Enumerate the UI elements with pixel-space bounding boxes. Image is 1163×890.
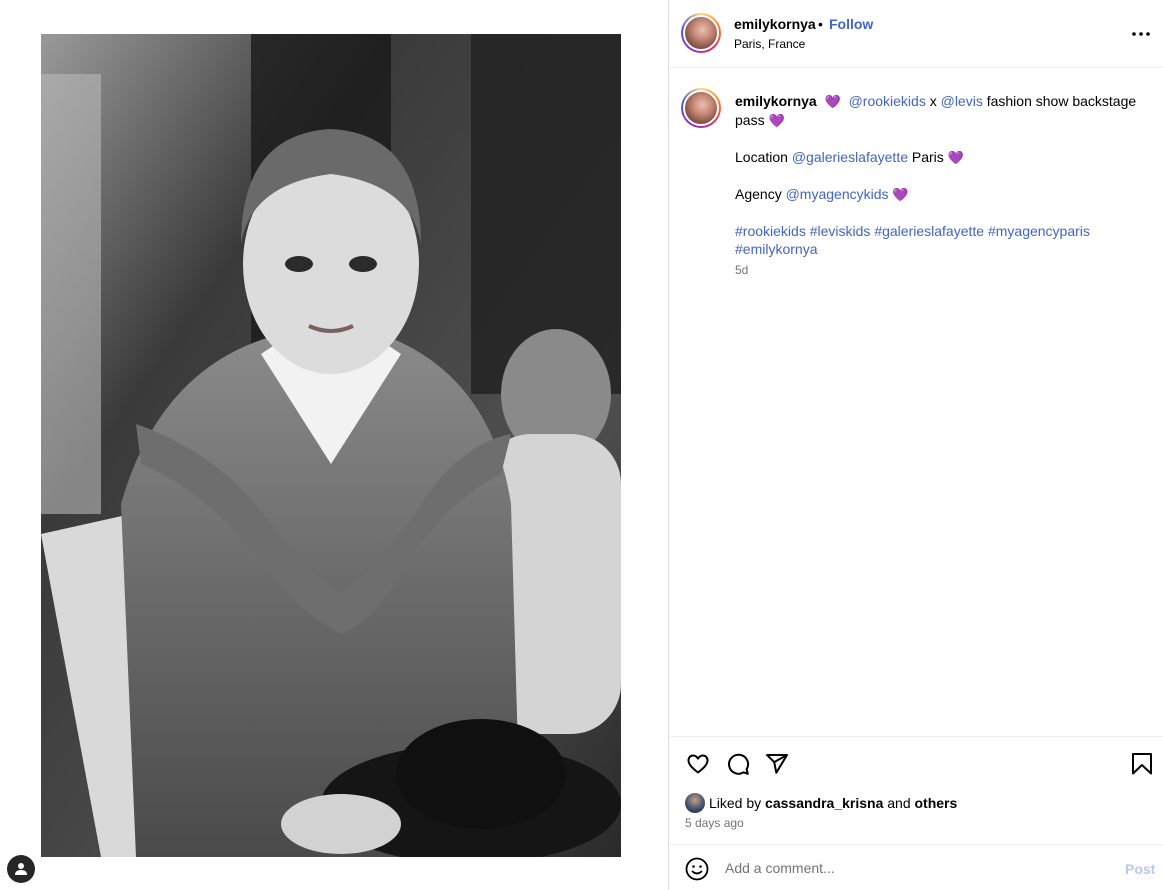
likes-prefix: Liked by [709, 795, 762, 811]
post-actions: Liked by cassandra_krisna and others 5 d… [669, 736, 1163, 844]
post-username[interactable]: emilykornya [734, 16, 816, 32]
caption-text: emilykornya 💜 @rookiekids x @levis fashi… [735, 92, 1155, 258]
share-icon[interactable] [764, 751, 790, 777]
caption-time: 5d [735, 263, 749, 277]
emoji-icon[interactable] [685, 857, 709, 881]
caption-line-1: emilykornya 💜 @rookiekids x @levis fashi… [735, 92, 1155, 130]
media-pane [0, 0, 668, 890]
likes-row: Liked by cassandra_krisna and others [685, 793, 957, 813]
hashtag-link[interactable]: #leviskids [810, 223, 871, 239]
hashtag-link[interactable]: #emilykornya [735, 241, 817, 257]
caption-agency-line: Agency @myagencykids 💜 [735, 185, 1155, 204]
post-photo-illustration [41, 34, 621, 857]
heart-emoji: 💜 [947, 150, 964, 165]
mention-rookiekids[interactable]: @rookiekids [849, 93, 926, 109]
separator-dot: • [818, 16, 823, 32]
post-header: emilykornya • Follow Paris, France [669, 0, 1163, 68]
caption-area: emilykornya 💜 @rookiekids x @levis fashi… [669, 68, 1163, 736]
user-icon-glyph [15, 863, 27, 875]
hashtag-link[interactable]: #myagencyparis [988, 223, 1090, 239]
bookmark-icon[interactable] [1129, 751, 1155, 777]
heart-emoji: 💜 [892, 187, 909, 202]
post-location[interactable]: Paris, France [734, 37, 805, 51]
caption-x: x [929, 93, 937, 109]
caption-location-line: Location @galerieslafayette Paris 💜 [735, 148, 1155, 167]
post-date: 5 days ago [685, 816, 744, 830]
mention-myagencykids[interactable]: @myagencykids [786, 186, 889, 202]
heart-emoji: 💜 [824, 94, 841, 109]
avatar[interactable] [681, 13, 721, 53]
hashtag-link[interactable]: #galerieslafayette [874, 223, 984, 239]
caption-hashtags: #rookiekids #leviskids #galerieslafayett… [735, 222, 1155, 258]
liker-username[interactable]: cassandra_krisna [765, 795, 883, 811]
heart-icon[interactable] [685, 751, 711, 777]
heart-emoji: 💜 [768, 113, 785, 128]
location-label: Location [735, 149, 788, 165]
agency-label: Agency [735, 186, 782, 202]
likes-others-link[interactable]: others [915, 795, 958, 811]
mention-galerieslafayette[interactable]: @galerieslafayette [792, 149, 908, 165]
comment-input[interactable] [725, 857, 1105, 879]
post-photo[interactable] [41, 34, 621, 857]
hashtag-link[interactable]: #rookiekids [735, 223, 806, 239]
caption-avatar[interactable] [681, 88, 721, 128]
mention-levis[interactable]: @levis [941, 93, 983, 109]
post-side-panel: emilykornya • Follow Paris, France emily… [668, 0, 1163, 890]
follow-button[interactable]: Follow [829, 16, 873, 32]
comment-bar: Post [669, 844, 1163, 890]
caption-username[interactable]: emilykornya [735, 93, 817, 109]
likes-and: and [887, 795, 911, 811]
liker-avatar[interactable] [685, 793, 705, 813]
comment-icon[interactable] [725, 751, 751, 777]
location-city: Paris [911, 149, 944, 165]
post-comment-button[interactable]: Post [1125, 861, 1155, 877]
more-horizontal-icon[interactable] [1129, 22, 1153, 46]
user-icon[interactable] [7, 855, 35, 883]
